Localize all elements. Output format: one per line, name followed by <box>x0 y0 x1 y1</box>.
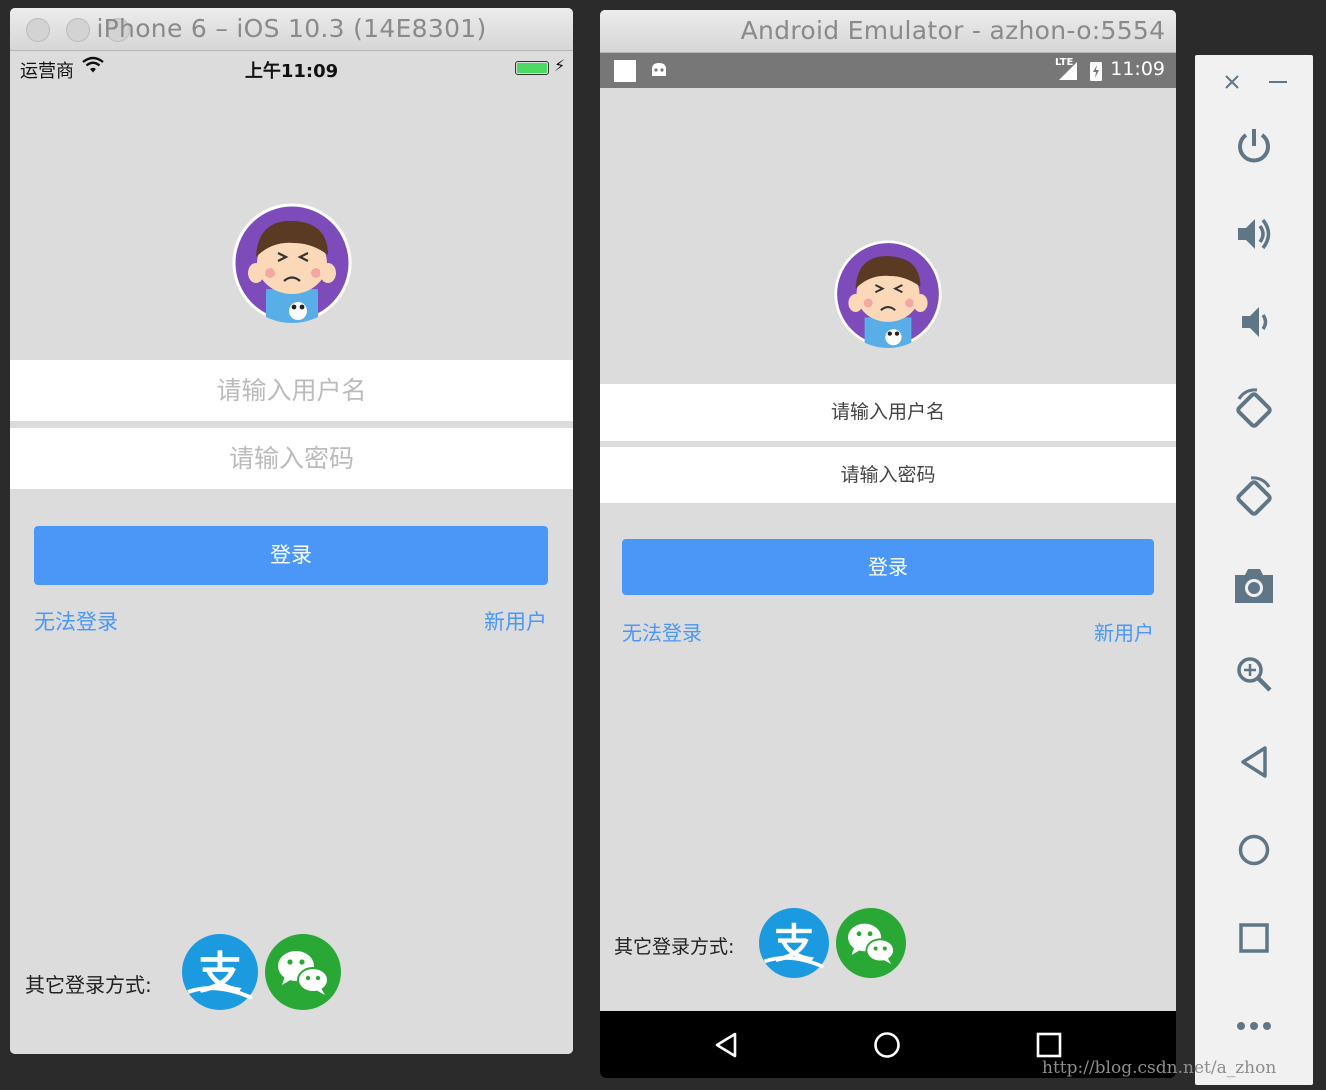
password-input[interactable]: 请输入密码 <box>600 447 1176 503</box>
password-input[interactable]: 请输入密码 <box>10 428 573 489</box>
power-icon[interactable] <box>1229 121 1279 171</box>
minimize-icon[interactable] <box>1253 57 1303 107</box>
avatar <box>232 203 352 323</box>
alipay-login-button[interactable]: 支 <box>182 934 258 1010</box>
wechat-icon <box>278 951 329 995</box>
login-button[interactable]: 登录 <box>34 526 548 585</box>
cannot-login-link[interactable]: 无法登录 <box>34 606 118 636</box>
ios-window-titlebar[interactable]: iPhone 6 – iOS 10.3 (14E8301) <box>10 8 573 51</box>
watermark: http://blog.csdn.net/a_zhon <box>1042 1058 1277 1078</box>
status-time: 11:09 <box>1110 58 1165 80</box>
new-user-link[interactable]: 新用户 <box>1094 617 1154 646</box>
more-icon[interactable] <box>1229 1001 1279 1051</box>
new-user-link[interactable]: 新用户 <box>484 606 547 636</box>
status-time: 上午11:09 <box>244 61 339 82</box>
close-icon[interactable] <box>1207 57 1257 107</box>
username-input[interactable]: 请输入用户名 <box>10 360 573 421</box>
camera-icon[interactable] <box>1229 561 1279 611</box>
wechat-login-button[interactable] <box>265 934 341 1010</box>
android-emulator-window: Android Emulator - azhon-o:5554 LTE 11:0… <box>600 10 1176 1078</box>
nav-home-button[interactable] <box>873 1031 901 1059</box>
ios-status-bar: 运营商 上午11:09 ⚡ <box>10 51 573 85</box>
volume-up-icon[interactable] <box>1229 209 1279 259</box>
ios-simulator-window: iPhone 6 – iOS 10.3 (14E8301) 运营商 上午11:0… <box>10 8 573 1054</box>
emulator-toolbar <box>1195 55 1313 1085</box>
nav-overview-button[interactable] <box>1036 1032 1062 1058</box>
battery-icon <box>515 61 549 75</box>
home-icon[interactable] <box>1229 825 1279 875</box>
ios-window-title: iPhone 6 – iOS 10.3 (14E8301) <box>96 14 487 43</box>
rotate-right-icon[interactable] <box>1229 473 1279 523</box>
signal-icon <box>1059 62 1077 80</box>
avatar <box>834 240 942 348</box>
other-login-methods-label: 其它登录方式: <box>614 936 735 958</box>
android-status-bar: LTE 11:09 <box>600 53 1176 88</box>
username-input[interactable]: 请输入用户名 <box>600 384 1176 441</box>
charging-icon: ⚡ <box>554 56 566 75</box>
wechat-icon <box>847 923 895 965</box>
alipay-icon: 支 <box>187 948 253 1000</box>
back-icon[interactable] <box>1229 737 1279 787</box>
android-window-title: Android Emulator - azhon-o:5554 <box>740 16 1166 45</box>
rotate-left-icon[interactable] <box>1229 385 1279 435</box>
other-login-methods-label: 其它登录方式: <box>25 973 152 997</box>
ios-screen: 运营商 上午11:09 ⚡ 请输入用户名 请输入密码 登录 无法登录 新用户 其… <box>10 51 573 1054</box>
battery-charging-icon <box>1090 62 1102 81</box>
alipay-icon: 支 <box>763 920 825 969</box>
nav-back-button[interactable] <box>712 1031 740 1059</box>
android-icon <box>652 63 666 76</box>
volume-down-icon[interactable] <box>1229 297 1279 347</box>
login-button[interactable]: 登录 <box>622 539 1154 595</box>
android-window-titlebar[interactable]: Android Emulator - azhon-o:5554 <box>600 10 1176 53</box>
overview-icon[interactable] <box>1229 913 1279 963</box>
zoom-icon[interactable] <box>1229 649 1279 699</box>
alipay-login-button[interactable]: 支 <box>759 908 829 978</box>
notification-icon <box>614 60 636 82</box>
wechat-login-button[interactable] <box>836 908 906 978</box>
android-screen: 请输入用户名 请输入密码 登录 无法登录 新用户 其它登录方式: 支 <box>600 88 1176 1011</box>
cannot-login-link[interactable]: 无法登录 <box>622 617 702 646</box>
